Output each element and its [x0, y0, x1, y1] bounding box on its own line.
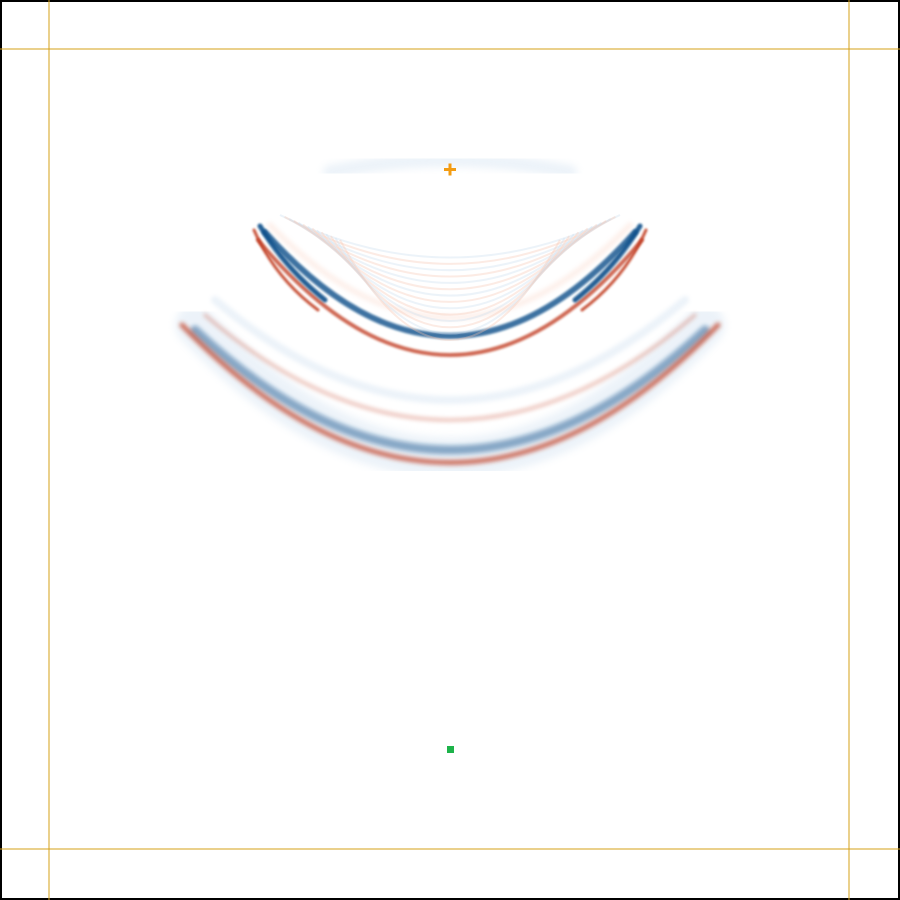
receiver-marker: [447, 746, 454, 753]
wavefield-canvas: [0, 0, 900, 900]
wavefield: [175, 153, 725, 478]
wavefield-figure: [0, 0, 900, 900]
plus-icon-vertical: [448, 163, 452, 176]
texture-arc: [293, 219, 607, 278]
outer-arc-blue: [190, 325, 710, 455]
